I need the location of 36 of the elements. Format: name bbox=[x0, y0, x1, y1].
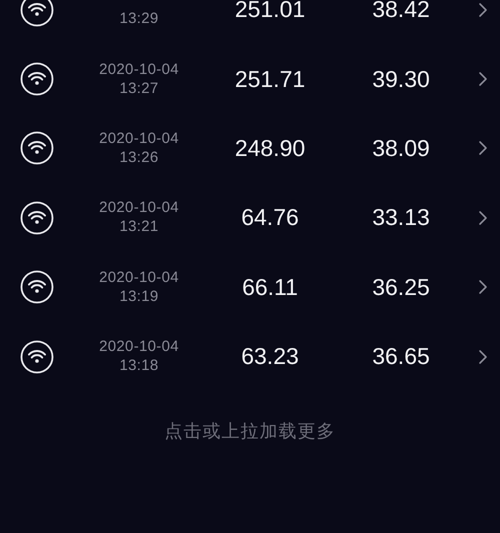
test-time: 13:27 bbox=[119, 80, 159, 98]
wifi-icon bbox=[20, 200, 54, 235]
upload-speed: 36.65 bbox=[372, 343, 430, 370]
chevron-right-icon[interactable] bbox=[478, 140, 488, 156]
download-speed: 64.76 bbox=[241, 204, 299, 232]
chevron-right-icon[interactable] bbox=[478, 348, 488, 365]
upload-speed: 33.13 bbox=[372, 204, 430, 232]
download-speed: 251.01 bbox=[234, 0, 306, 24]
wifi-icon bbox=[20, 270, 54, 304]
wifi-icon bbox=[20, 131, 54, 166]
test-date: 2020-10-04 bbox=[99, 60, 179, 79]
test-time: 13:29 bbox=[119, 10, 159, 28]
download-speed: 66.11 bbox=[242, 274, 298, 301]
test-date: 2020-10-04 bbox=[99, 338, 179, 356]
test-time: 13:21 bbox=[119, 218, 159, 236]
chevron-right-icon[interactable] bbox=[478, 279, 488, 296]
test-time: 13:18 bbox=[119, 357, 159, 376]
wifi-icon bbox=[20, 0, 54, 27]
test-date: 2020-10-04 bbox=[99, 268, 179, 287]
test-date: 2020-10-04 bbox=[99, 199, 179, 218]
download-speed: 248.90 bbox=[234, 134, 306, 162]
wifi-icon bbox=[20, 340, 54, 374]
upload-speed: 36.25 bbox=[372, 274, 430, 301]
test-date: 2020-10-04 bbox=[99, 130, 179, 148]
download-speed: 63.23 bbox=[241, 343, 299, 370]
test-time: 13:19 bbox=[119, 288, 159, 306]
upload-speed: 38.09 bbox=[372, 134, 430, 162]
upload-speed: 39.30 bbox=[372, 66, 430, 93]
chevron-right-icon[interactable] bbox=[478, 210, 488, 226]
download-speed: 251.71 bbox=[234, 66, 306, 93]
wifi-icon bbox=[20, 62, 54, 96]
upload-speed: 38.42 bbox=[372, 0, 430, 24]
chevron-right-icon[interactable] bbox=[478, 71, 488, 88]
load-more-link[interactable]: 点击或上拉加载更多 bbox=[164, 419, 336, 444]
test-time: 13:26 bbox=[119, 148, 159, 167]
chevron-right-icon[interactable] bbox=[478, 2, 488, 18]
